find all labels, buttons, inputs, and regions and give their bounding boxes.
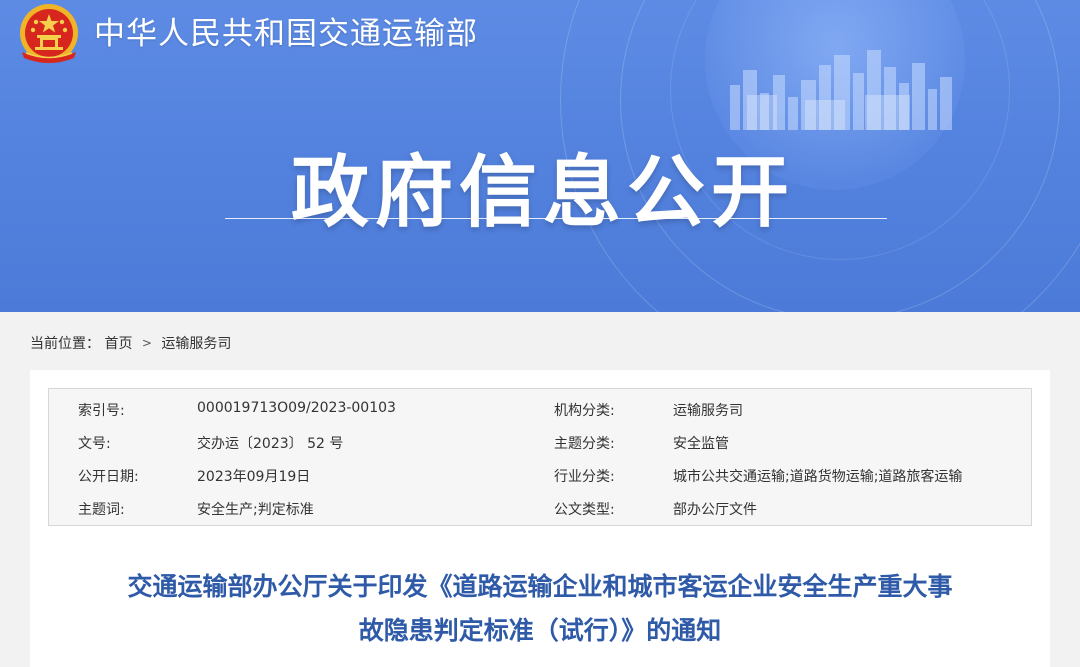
meta-date-label: 公开日期: <box>78 469 139 485</box>
breadcrumb-home-link[interactable]: 首页 <box>104 336 132 352</box>
meta-type-value: 部办公厅文件 <box>673 502 757 518</box>
header-banner: 中华人民共和国交通运输部 政府信息公开 <box>0 0 1080 312</box>
breadcrumb: 当前位置： 首页 > 运输服务司 <box>30 333 231 353</box>
meta-doc-no-value: 交办运〔2023〕 52 号 <box>197 436 344 452</box>
city-skyline-graphic <box>730 50 952 130</box>
banner-divider <box>225 218 887 219</box>
meta-industry-value: 城市公共交通运输;道路货物运输;道路旅客运输 <box>673 469 963 485</box>
meta-org-value: 运输服务司 <box>673 403 743 419</box>
meta-org-label: 机构分类: <box>554 403 615 419</box>
breadcrumb-prefix: 当前位置： <box>30 336 100 352</box>
meta-index-label: 索引号: <box>78 403 125 419</box>
breadcrumb-department-link[interactable]: 运输服务司 <box>161 336 231 352</box>
document-metadata-table: 索引号: 000019713O09/2023-00103 机构分类: 运输服务司… <box>48 388 1032 526</box>
meta-type-label: 公文类型: <box>554 502 615 518</box>
meta-topic-label: 主题分类: <box>554 436 615 452</box>
meta-keyword-value: 安全生产;判定标准 <box>197 502 314 518</box>
meta-doc-no-label: 文号: <box>78 436 111 452</box>
meta-date-value: 2023年09月19日 <box>197 469 311 485</box>
document-title-line-1: 交通运输部办公厅关于印发《道路运输企业和城市客运企业安全生产重大事 <box>127 572 953 601</box>
document-title: 交通运输部办公厅关于印发《道路运输企业和城市客运企业安全生产重大事 故隐患判定标… <box>30 565 1050 653</box>
meta-index-value: 000019713O09/2023-00103 <box>197 400 396 416</box>
meta-topic-value: 安全监管 <box>673 436 729 452</box>
meta-industry-label: 行业分类: <box>554 469 615 485</box>
meta-keyword-label: 主题词: <box>78 502 125 518</box>
ministry-name: 中华人民共和国交通运输部 <box>94 16 478 52</box>
breadcrumb-separator: > <box>141 336 152 350</box>
national-emblem-icon <box>20 4 78 63</box>
content-panel: 索引号: 000019713O09/2023-00103 机构分类: 运输服务司… <box>30 370 1050 667</box>
breadcrumb-bar: 当前位置： 首页 > 运输服务司 <box>30 312 1050 370</box>
document-title-line-2: 故隐患判定标准（试行）》的通知 <box>358 616 722 645</box>
banner-title: 政府信息公开 <box>290 148 795 238</box>
